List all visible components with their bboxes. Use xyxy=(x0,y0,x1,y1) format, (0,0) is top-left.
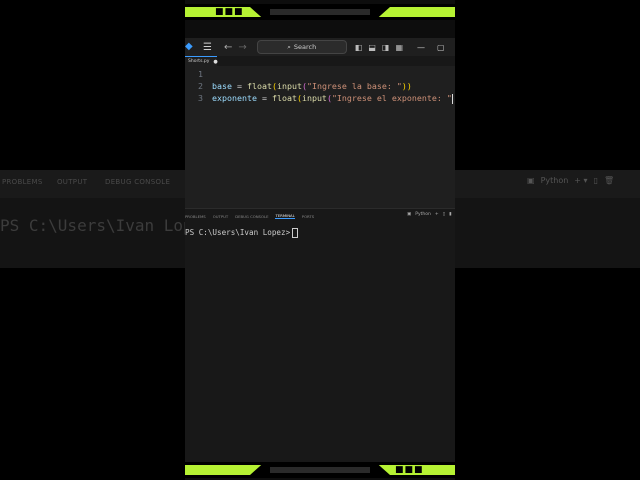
code-line-2: 2 base = float(input("Ingrese la base: "… xyxy=(185,81,412,93)
tab-debug-console[interactable]: DEBUG CONSOLE xyxy=(235,214,268,219)
python-label[interactable]: Python xyxy=(415,212,431,217)
terminal-panel: PROBLEMS OUTPUT DEBUG CONSOLE TERMINAL P… xyxy=(185,208,455,437)
status-area xyxy=(185,436,455,462)
tab-filename: Shorts.py xyxy=(188,59,210,64)
split-icon[interactable]: ▯ xyxy=(443,212,445,217)
terminal-cursor xyxy=(292,228,299,238)
code-line-3: 3 exponente = float(input("Ingrese el ex… xyxy=(185,93,453,105)
dots-icon: ■■■ xyxy=(215,7,244,17)
unsaved-dot-icon: ● xyxy=(213,58,218,65)
tab-ports[interactable]: PORTS xyxy=(302,214,314,219)
toggle-secondary-icon[interactable]: ◨ xyxy=(382,43,390,52)
tab-shorts-py[interactable]: Shorts.py ● xyxy=(185,56,218,66)
dots-icon: ■■■ xyxy=(395,465,424,475)
panel-controls: ▣ Python + ▯ ▮ xyxy=(407,212,452,217)
phone-frame: ■■■ ◆ ☰ ← → ⌕ Search ◧ ⬓ ◨ ▦ — ▢ Shorts.… xyxy=(185,0,455,480)
bg-tab-debug: DEBUG CONSOLE xyxy=(105,178,171,186)
customize-layout-icon[interactable]: ▦ xyxy=(395,43,403,52)
back-arrow-icon[interactable]: ← xyxy=(224,42,232,53)
maximize-icon[interactable]: ▢ xyxy=(437,43,445,52)
terminal-output[interactable]: PS C:\Users\Ivan Lopez> xyxy=(185,228,299,238)
toggle-sidebar-icon[interactable]: ◧ xyxy=(355,43,363,52)
search-box[interactable]: ⌕ Search xyxy=(256,40,347,54)
terminal-prompt: PS C:\Users\Ivan Lopez> xyxy=(185,228,291,237)
line-number: 1 xyxy=(198,69,203,79)
code-line-1: 1 xyxy=(185,69,203,81)
bg-ps-prompt: PS C:\Users\Ivan Lop xyxy=(0,216,193,235)
titlebar: ◆ ☰ ← → ⌕ Search ◧ ⬓ ◨ ▦ — ▢ xyxy=(185,38,455,56)
menu-icon[interactable]: ☰ xyxy=(203,42,212,53)
tab-terminal[interactable]: TERMINAL xyxy=(275,213,295,219)
bottom-neon-bar: ■■■ xyxy=(185,462,455,478)
bg-terminal-icon: ▣ xyxy=(527,176,535,185)
layout-controls: ◧ ⬓ ◨ ▦ xyxy=(355,43,403,52)
minimize-icon[interactable]: — xyxy=(417,43,425,52)
line-number: 3 xyxy=(198,93,203,103)
panel-tabs: PROBLEMS OUTPUT DEBUG CONSOLE TERMINAL P… xyxy=(185,212,314,220)
tab-problems[interactable]: PROBLEMS xyxy=(185,214,206,219)
bg-trash-icon: 🗑 xyxy=(603,176,615,185)
search-label: Search xyxy=(293,43,317,51)
search-icon: ⌕ xyxy=(287,42,291,51)
bg-tab-problems: PROBLEMS xyxy=(2,178,43,186)
bg-right-controls: ▣ Python + ▾ ▯ 🗑 xyxy=(527,176,614,185)
trash-icon[interactable]: ▮ xyxy=(449,212,451,217)
bg-split-icon: ▯ xyxy=(593,176,598,185)
plus-icon[interactable]: + xyxy=(435,212,439,217)
bg-plus-icon: + ▾ xyxy=(574,176,588,185)
toggle-panel-icon[interactable]: ⬓ xyxy=(368,43,376,52)
forward-arrow-icon[interactable]: → xyxy=(238,42,246,53)
bg-python-label: Python xyxy=(540,176,569,185)
code-editor[interactable]: 1 2 base = float(input("Ingrese la base:… xyxy=(185,66,455,208)
top-neon-bar: ■■■ xyxy=(185,4,455,20)
tab-output[interactable]: OUTPUT xyxy=(213,214,228,219)
line-number: 2 xyxy=(198,81,203,91)
vscode-logo-icon: ◆ xyxy=(185,41,193,52)
text-cursor xyxy=(451,93,453,104)
bg-tab-output: OUTPUT xyxy=(57,178,88,186)
terminal-icon: ▣ xyxy=(407,212,412,217)
